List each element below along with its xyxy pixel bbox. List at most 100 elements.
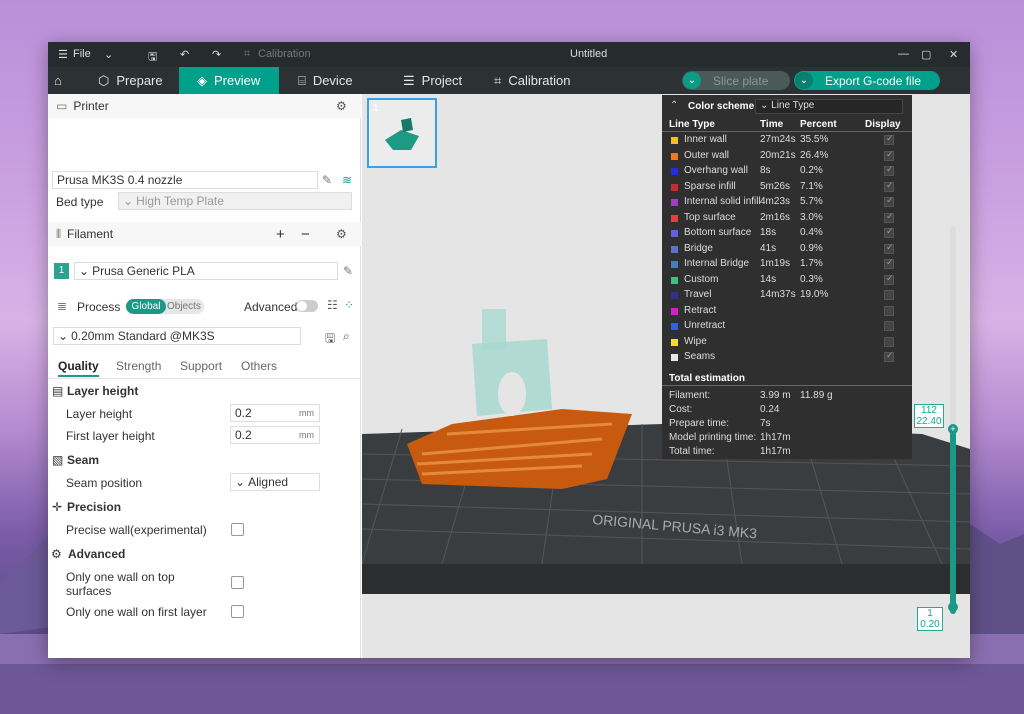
process-icon: ≣ xyxy=(57,299,68,313)
legend-display-checkbox[interactable] xyxy=(884,149,894,161)
collapse-icon[interactable]: ⌃ xyxy=(670,100,678,111)
filament-select[interactable]: ⌄ Prusa Generic PLA xyxy=(74,262,338,280)
tab-device[interactable]: ⌸ Device xyxy=(280,67,380,94)
legend-swatch xyxy=(671,168,678,175)
legend-display-checkbox[interactable] xyxy=(884,180,894,192)
legend-swatch xyxy=(671,183,678,191)
wifi-icon[interactable]: ≋ xyxy=(342,173,352,187)
legend-percent: 5.7% xyxy=(800,196,823,207)
slice-plate-button[interactable]: ⌄ Slice plate xyxy=(682,71,790,90)
legend-display-checkbox[interactable] xyxy=(884,164,894,176)
one-wall-top-checkbox[interactable] xyxy=(231,576,244,589)
legend-display-checkbox[interactable] xyxy=(884,226,894,238)
layer-slider-track[interactable] xyxy=(950,226,956,614)
seam-position-select[interactable]: ⌄ Aligned xyxy=(230,473,320,491)
advanced-settings-icon: ⚙ xyxy=(51,547,62,561)
color-scheme-select[interactable]: ⌄ Line Type xyxy=(755,99,903,114)
tab-project[interactable]: ☰ Project xyxy=(385,67,485,94)
filament-slot-badge[interactable]: 1 xyxy=(54,263,69,279)
tab-strength[interactable]: Strength xyxy=(116,359,161,373)
layer-slider-top-handle[interactable]: + xyxy=(948,424,958,434)
layer-height-group-title: Layer height xyxy=(67,384,139,398)
legend-name: Travel xyxy=(684,289,712,300)
tab-quality[interactable]: Quality xyxy=(58,359,99,377)
legend-time: 14m37s xyxy=(760,289,796,300)
legend-row: Inner wall 27m24s 35.5% xyxy=(662,133,912,148)
list-view-icon[interactable]: ☷ xyxy=(327,298,338,312)
legend-display-checkbox[interactable] xyxy=(884,321,894,331)
hamburger-menu-icon[interactable]: ☰ xyxy=(58,48,68,61)
legend-swatch xyxy=(671,137,678,144)
chevron-down-icon[interactable]: ⌄ xyxy=(683,72,701,89)
edit-icon[interactable]: ✎ xyxy=(343,264,353,278)
home-icon[interactable]: ⌂ xyxy=(48,67,80,94)
layer-height-input[interactable]: 0.2 mm xyxy=(230,404,320,422)
remove-filament-icon[interactable]: − xyxy=(301,226,310,243)
bed-type-select[interactable]: ⌄ High Temp Plate xyxy=(118,192,352,210)
printer-select[interactable]: Prusa MK3S 0.4 nozzle xyxy=(52,171,318,189)
tab-calibration[interactable]: ⌗ Calibration xyxy=(476,67,596,94)
legend-row: Custom 14s 0.3% xyxy=(662,273,912,288)
legend-time: 20m21s xyxy=(760,149,796,161)
layers-icon: ◈ xyxy=(197,72,207,88)
tab-others[interactable]: Others xyxy=(241,359,277,373)
search-icon[interactable]: ⌕ xyxy=(343,329,350,344)
app-window: ☰ File ⌄ 🖫 ↶ ↷ ⌗ Calibration Untitled — … xyxy=(48,42,970,658)
tab-preview[interactable]: ◈ Preview xyxy=(179,67,279,94)
window-title: Untitled xyxy=(570,48,608,60)
legend-time: 14s xyxy=(760,273,777,285)
legend-display-checkbox[interactable] xyxy=(884,133,894,145)
legend-swatch xyxy=(671,245,678,253)
redo-icon[interactable]: ↷ xyxy=(212,48,221,61)
layer-slider-bottom-handle[interactable] xyxy=(948,602,958,612)
tab-support[interactable]: Support xyxy=(180,359,222,373)
minimize-icon[interactable]: — xyxy=(898,48,909,60)
legend-display-checkbox[interactable] xyxy=(884,350,894,362)
save-icon[interactable]: 🖫 xyxy=(325,329,335,350)
global-objects-toggle[interactable]: Global Objects xyxy=(126,299,204,314)
legend-display-checkbox[interactable] xyxy=(884,290,894,300)
legend-row: Travel 14m37s 19.0% xyxy=(662,288,912,303)
close-icon[interactable]: ✕ xyxy=(949,48,958,61)
color-scheme-legend: ⌃ Color scheme ⌄ Line Type Line Type Tim… xyxy=(662,95,912,459)
compare-icon[interactable]: ⁘ xyxy=(344,298,354,312)
legend-time: 18s xyxy=(760,227,777,238)
tab-prepare[interactable]: ⬡ Prepare xyxy=(80,67,180,94)
chevron-down-icon[interactable]: ⌄ xyxy=(104,48,113,61)
cube-icon: ⬡ xyxy=(98,72,110,88)
legend-time: 41s xyxy=(760,242,777,254)
legend-time: 27m24s xyxy=(760,134,796,145)
gear-icon[interactable]: ⚙ xyxy=(336,99,347,113)
legend-display-checkbox[interactable] xyxy=(884,195,894,207)
add-filament-icon[interactable]: + xyxy=(276,226,285,243)
file-menu[interactable]: File xyxy=(73,48,91,60)
printer-icon: ▭ xyxy=(56,99,68,113)
legend-percent: 35.5% xyxy=(800,134,829,145)
seam-group-title: Seam xyxy=(67,453,100,467)
save-icon[interactable]: 🖫 xyxy=(148,48,157,67)
process-profile-select[interactable]: ⌄ 0.20mm Standard @MK3S xyxy=(53,327,301,345)
legend-swatch xyxy=(671,152,678,160)
maximize-icon[interactable]: ▢ xyxy=(921,48,931,61)
undo-icon[interactable]: ↶ xyxy=(180,48,189,61)
legend-display-checkbox[interactable] xyxy=(884,211,894,223)
legend-swatch xyxy=(671,276,678,284)
legend-display-checkbox[interactable] xyxy=(884,242,894,254)
chevron-down-icon[interactable]: ⌄ xyxy=(795,72,813,89)
one-wall-first-layer-checkbox[interactable] xyxy=(231,605,244,618)
export-gcode-button[interactable]: ⌄ Export G-code file xyxy=(794,71,940,90)
legend-name: Seams xyxy=(684,351,716,362)
legend-display-checkbox[interactable] xyxy=(884,305,894,316)
edit-icon[interactable]: ✎ xyxy=(322,173,332,187)
advanced-toggle[interactable] xyxy=(296,300,318,312)
legend-display-checkbox[interactable] xyxy=(884,273,894,285)
main-tab-bar: ⌂ ⬡ Prepare ◈ Preview ⌸ Device ☰ Project ⌗ Ca… xyxy=(48,67,970,94)
legend-row: Overhang wall 8s 0.2% xyxy=(662,164,912,179)
legend-display-checkbox[interactable] xyxy=(884,257,894,269)
precise-wall-checkbox[interactable] xyxy=(231,523,244,536)
gear-icon[interactable]: ⚙ xyxy=(336,227,347,241)
first-layer-height-input[interactable]: 0.2 mm xyxy=(230,426,320,444)
legend-display-checkbox[interactable] xyxy=(884,336,894,347)
precision-icon: ✛ xyxy=(52,500,63,514)
calibration-icon: ⌗ xyxy=(494,72,502,88)
